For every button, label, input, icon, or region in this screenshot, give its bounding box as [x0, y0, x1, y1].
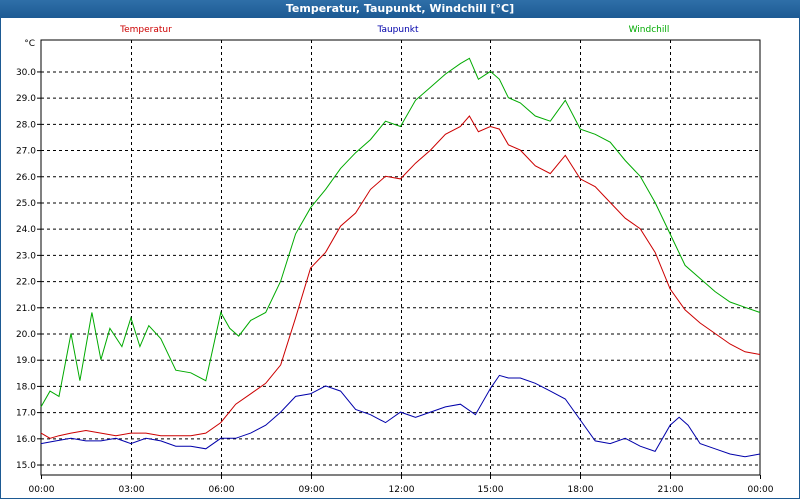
x-tick-time-label: 18:00 — [568, 485, 594, 495]
y-tick-label: 29.0 — [16, 94, 36, 104]
x-tick-time-label: 03:00 — [119, 485, 145, 495]
legend-taupunkt: Taupunkt — [376, 25, 419, 35]
window-title: Temperatur, Taupunkt, Windchill [°C] — [0, 0, 800, 18]
x-tick-time-label: 06:00 — [209, 485, 235, 495]
y-axis-unit-label: °C — [24, 39, 35, 49]
y-tick-label: 25.0 — [16, 199, 36, 209]
y-tick-label: 15.0 — [16, 461, 36, 471]
y-tick-label: 16.0 — [16, 435, 36, 445]
legend-temperatur: Temperatur — [119, 25, 172, 35]
y-tick-label: 17.0 — [16, 409, 36, 419]
y-tick-label: 30.0 — [16, 68, 36, 78]
y-tick-label: 18.0 — [16, 382, 36, 392]
y-tick-label: 20.0 — [16, 330, 36, 340]
x-tick-time-label: 12:00 — [389, 485, 415, 495]
y-tick-label: 28.0 — [16, 120, 36, 130]
x-tick-time-label: 00:00 — [29, 485, 55, 495]
x-tick-time-label: 00:00 — [748, 485, 774, 495]
y-tick-label: 26.0 — [16, 173, 36, 183]
y-tick-label: 24.0 — [16, 225, 36, 235]
x-tick-time-label: 21:00 — [658, 485, 684, 495]
legend-windchill: Windchill — [629, 25, 670, 35]
plot-area — [40, 39, 761, 476]
chart: 15.0 16.0 17.0 18.0 19.0 20.0 21.0 22.0 23.0 24.0… — [16, 25, 774, 495]
y-tick-label: 22.0 — [16, 278, 36, 288]
x-tick-time-label: 15:00 — [478, 485, 504, 495]
chart-frame: 15.0 16.0 17.0 18.0 19.0 20.0 21.0 22.0 23.0 24.0… — [0, 18, 800, 499]
y-tick-label: 19.0 — [16, 356, 36, 366]
x-tick-time-label: 09:00 — [299, 485, 325, 495]
y-tick-label: 27.0 — [16, 147, 36, 157]
y-tick-label: 21.0 — [16, 304, 36, 314]
y-tick-label: 23.0 — [16, 251, 36, 261]
